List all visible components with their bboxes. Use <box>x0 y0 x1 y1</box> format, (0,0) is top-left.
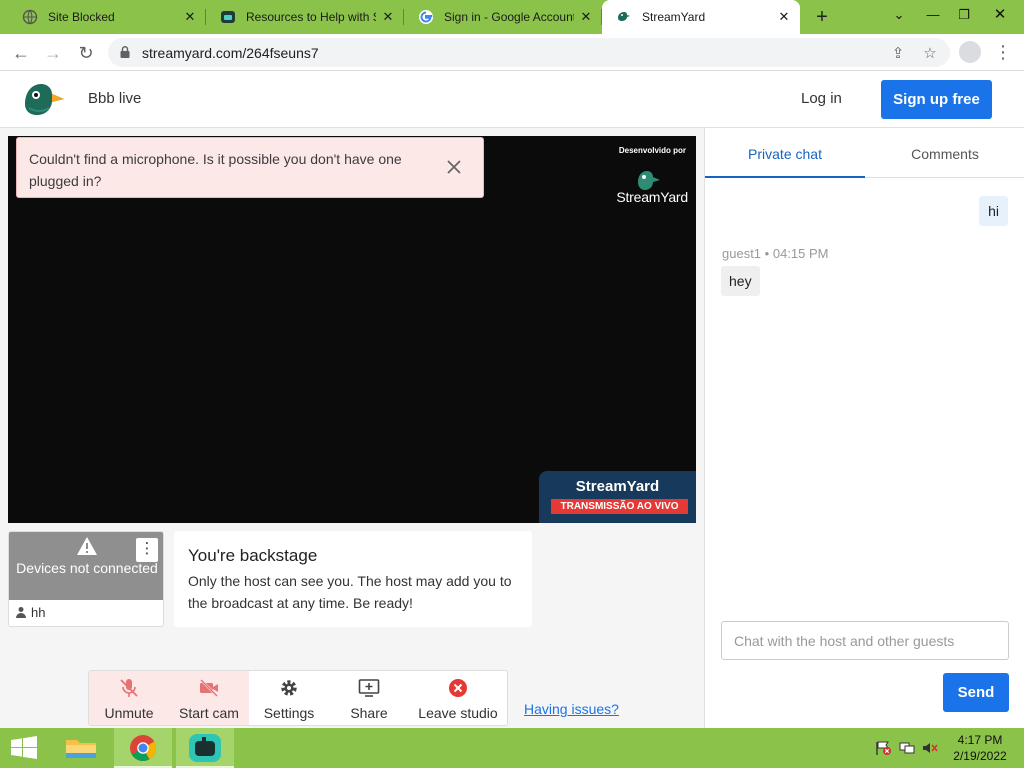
watermark-powered-by: Desenvolvido por <box>618 146 686 155</box>
alert-message: Couldn't find a microphone. Is it possib… <box>29 151 402 189</box>
live-badge: StreamYard TRANSMISSÃO AO VIVO <box>539 471 696 523</box>
volume-muted-icon[interactable] <box>921 740 939 756</box>
leave-studio-button[interactable]: Leave studio <box>409 671 507 725</box>
window-close-button[interactable]: ✕ <box>984 0 1016 30</box>
badge-live-label: TRANSMISSÃO AO VIVO <box>551 499 688 514</box>
network-icon[interactable] <box>898 740 916 756</box>
having-issues-link[interactable]: Having issues? <box>524 701 619 717</box>
share-label: Share <box>350 705 388 721</box>
back-button[interactable]: ← <box>8 40 34 66</box>
flag-icon[interactable] <box>874 740 892 756</box>
settings-label: Settings <box>263 705 315 721</box>
profile-avatar[interactable] <box>959 41 981 63</box>
chrome-icon <box>130 735 157 762</box>
participant-name: hh <box>31 605 46 620</box>
leave-studio-label: Leave studio <box>418 705 498 721</box>
tab-title: StreamYard <box>642 10 706 24</box>
tab-site-blocked[interactable]: Site Blocked ✕ <box>8 0 206 34</box>
tab-private-chat[interactable]: Private chat <box>705 128 865 178</box>
file-explorer-icon[interactable] <box>56 728 106 768</box>
camera-off-icon <box>200 679 218 697</box>
clock-date: 2/19/2022 <box>953 749 1007 763</box>
login-link[interactable]: Log in <box>801 90 842 107</box>
backstage-notice: You're backstage Only the host can see y… <box>174 531 532 627</box>
taskbar-chrome[interactable] <box>114 728 172 768</box>
tab-title: Resources to Help with St <box>246 10 376 24</box>
minimize-button[interactable]: — <box>918 0 948 30</box>
tab-resources[interactable]: Resources to Help with St ✕ <box>206 0 404 34</box>
browser-tab-strip: Site Blocked ✕ Resources to Help with St… <box>0 0 1024 34</box>
mic-off-icon <box>120 679 138 697</box>
close-icon[interactable]: ✕ <box>380 9 396 25</box>
leave-icon <box>449 679 467 697</box>
bookmark-star-icon[interactable]: ☆ <box>921 44 939 62</box>
globe-icon <box>22 9 38 25</box>
reload-button[interactable]: ↻ <box>73 40 99 66</box>
backstage-text: Only the host can see you. The host may … <box>188 573 512 611</box>
windows-start-icon[interactable] <box>0 728 48 768</box>
tab-search-icon[interactable]: ⌄ <box>888 0 910 30</box>
address-bar[interactable]: streamyard.com/264fseuns7 ⇪ ☆ <box>108 38 950 67</box>
close-icon[interactable]: ✕ <box>182 9 198 25</box>
unmute-button[interactable]: Unmute <box>89 671 169 725</box>
send-button[interactable]: Send <box>943 673 1009 712</box>
new-tab-button[interactable]: + <box>810 5 834 29</box>
browser-menu-icon[interactable]: ⋮ <box>994 42 1012 64</box>
screen-share-icon <box>358 679 380 697</box>
person-icon <box>16 607 26 618</box>
classroom-icon <box>189 734 221 762</box>
participant-menu-button[interactable]: ⋮ <box>136 538 158 562</box>
unmute-label: Unmute <box>104 705 154 721</box>
badge-brand: StreamYard <box>575 478 660 495</box>
backstage-heading: You're backstage <box>188 546 318 565</box>
message-meta: guest1 • 04:15 PM <box>722 246 829 261</box>
guest-name: guest1 <box>722 246 762 261</box>
message-time: 04:15 PM <box>772 246 829 261</box>
tab-comments[interactable]: Comments <box>865 128 1024 178</box>
browser-toolbar: ← → ↻ streamyard.com/264fseuns7 ⇪ ☆ <box>0 34 1024 71</box>
tab-google-signin[interactable]: Sign in - Google Account ✕ <box>404 0 602 34</box>
gear-icon <box>281 680 297 696</box>
clock-time: 4:17 PM <box>957 733 1003 747</box>
my-chat-message: hi <box>979 196 1008 226</box>
chat-panel: Private chat Comments hi guest1 • 04:15 … <box>704 128 1024 728</box>
forward-button[interactable]: → <box>40 40 66 66</box>
close-icon[interactable]: ✕ <box>776 9 792 25</box>
watermark-name: StreamYard <box>616 189 688 205</box>
warning-icon <box>77 537 97 555</box>
maximize-button[interactable]: ❐ <box>950 0 978 30</box>
tab-title: Sign in - Google Account <box>444 10 574 24</box>
share-page-icon[interactable]: ⇪ <box>889 44 907 62</box>
start-cam-label: Start cam <box>179 705 239 721</box>
sign-up-button[interactable]: Sign up free <box>881 80 992 119</box>
taskbar-classroom-app[interactable] <box>176 728 234 768</box>
participant-tile[interactable]: Devices not connected ⋮ hh <box>8 531 164 627</box>
tab-title: Site Blocked <box>48 10 115 24</box>
guest-chat-message: hey <box>721 266 760 296</box>
close-icon[interactable]: ✕ <box>578 9 594 25</box>
lock-icon <box>120 46 130 58</box>
streamyard-logo-icon[interactable] <box>22 80 66 118</box>
meta-separator: • <box>764 246 773 261</box>
system-clock[interactable]: 4:17 PM 2/19/2022 <box>940 733 1020 763</box>
studio-name: Bbb live <box>88 90 142 107</box>
start-cam-button[interactable]: Start cam <box>169 671 249 725</box>
url-text: streamyard.com/264fseuns7 <box>142 45 319 61</box>
windows-taskbar: 4:17 PM 2/19/2022 <box>0 728 1024 768</box>
tab-streamyard[interactable]: StreamYard ✕ <box>602 0 800 34</box>
streamyard-duck-icon <box>618 12 630 21</box>
site-header: Bbb live Log in Sign up free <box>0 71 1024 128</box>
close-icon[interactable] <box>443 156 465 178</box>
google-icon <box>419 10 433 24</box>
classroom-icon <box>221 11 235 23</box>
chat-input[interactable] <box>721 621 1009 660</box>
share-button[interactable]: Share <box>329 671 409 725</box>
microphone-alert: Couldn't find a microphone. Is it possib… <box>16 137 484 198</box>
studio-controls: Unmute Start cam Settings Share Leave st… <box>88 670 508 726</box>
settings-button[interactable]: Settings <box>249 671 329 725</box>
